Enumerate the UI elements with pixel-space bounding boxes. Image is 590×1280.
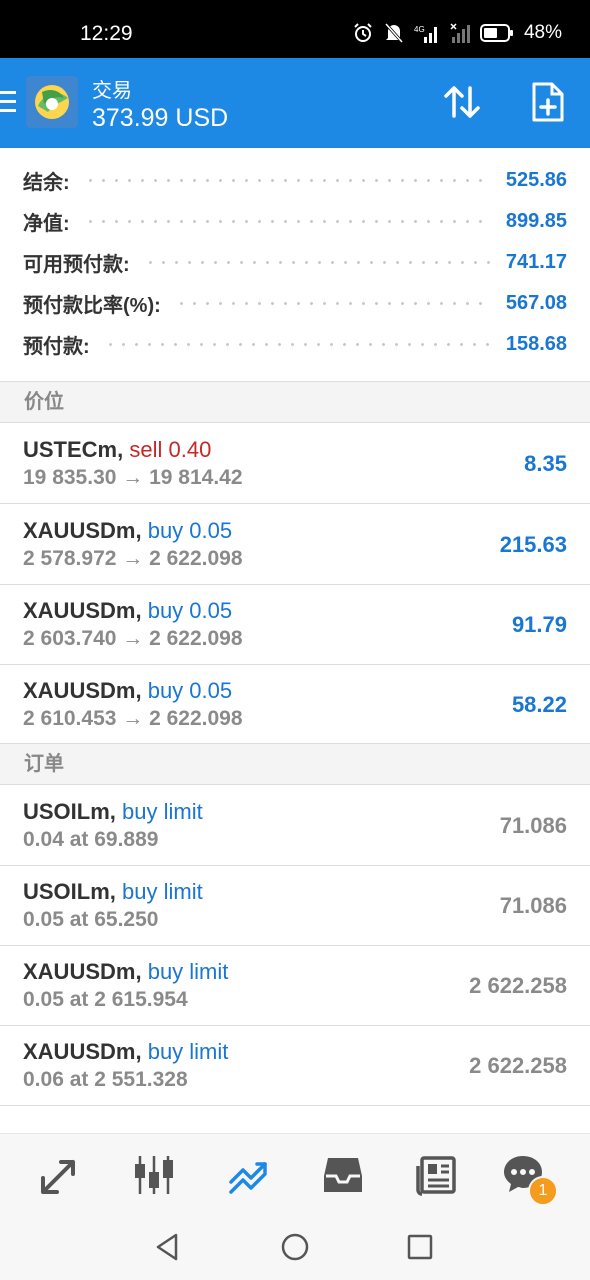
position-symbol: XAUUSDm, — [23, 598, 142, 623]
summary-value: 158.68 — [505, 333, 567, 355]
summary-row-margin: 预付款: 158.68 — [0, 324, 590, 365]
summary-value: 567.08 — [505, 292, 567, 314]
summary-row-equity: 净值: 899.85 — [0, 201, 590, 242]
back-icon[interactable] — [152, 1231, 184, 1263]
position-side: buy 0.05 — [147, 598, 233, 623]
orders-header: 订单 — [0, 743, 590, 785]
position-profit: 58.22 — [511, 692, 567, 717]
svg-text:4G: 4G — [414, 25, 425, 34]
chat-icon[interactable]: 1 — [500, 1152, 558, 1206]
quotes-icon[interactable] — [37, 1152, 83, 1198]
order-symbol: USOILm, — [23, 799, 116, 824]
signal-2-icon — [450, 23, 470, 43]
summary-value: 899.85 — [505, 210, 567, 232]
alarm-icon — [354, 23, 372, 42]
order-row[interactable]: USOILm, buy limit 0.04 at 69.889 71.086 — [0, 785, 590, 866]
summary-label: 结余: — [23, 172, 70, 194]
position-profit: 215.63 — [499, 532, 567, 557]
new-order-icon[interactable] — [526, 80, 570, 124]
summary-value: 741.17 — [505, 251, 567, 273]
home-icon[interactable] — [279, 1231, 311, 1263]
chat-badge: 1 — [528, 1176, 558, 1206]
position-side: buy 0.05 — [147, 518, 233, 543]
order-current-price: 2 622.258 — [469, 1053, 567, 1078]
position-prices: 2 578.972 → 2 622.098 — [23, 547, 243, 570]
summary-label: 预付款比率(%): — [23, 295, 161, 317]
order-type: buy limit — [147, 1039, 229, 1064]
position-prices: 19 835.30 → 19 814.42 — [23, 466, 243, 489]
summary-label: 预付款: — [23, 336, 90, 358]
mute-icon — [384, 23, 404, 43]
sort-icon[interactable] — [440, 80, 484, 124]
bottom-nav: 1 — [0, 1133, 590, 1214]
order-row[interactable]: XAUUSDm, buy limit 0.06 at 2 551.328 2 6… — [0, 1025, 590, 1106]
order-type: buy limit — [147, 959, 229, 984]
order-detail: 0.05 at 65.250 — [23, 908, 159, 931]
order-type: buy limit — [122, 799, 203, 824]
order-symbol: XAUUSDm, — [23, 1039, 142, 1064]
status-time: 12:29 — [80, 22, 133, 45]
dot-leader — [174, 302, 492, 305]
summary-row-free-margin: 可用预付款: 741.17 — [0, 242, 590, 283]
dot-leader — [83, 220, 492, 223]
order-detail: 0.05 at 2 615.954 — [23, 988, 188, 1011]
order-row[interactable]: XAUUSDm, buy limit 0.05 at 2 615.954 2 6… — [0, 945, 590, 1026]
app-logo — [26, 76, 78, 128]
order-symbol: XAUUSDm, — [23, 959, 142, 984]
order-row[interactable]: USOILm, buy limit 0.05 at 65.250 71.086 — [0, 865, 590, 946]
order-type: buy limit — [122, 879, 203, 904]
position-profit: 91.79 — [511, 612, 567, 637]
summary-row-margin-level: 预付款比率(%): 567.08 — [0, 283, 590, 324]
position-prices: 2 603.740 → 2 622.098 — [23, 627, 243, 650]
summary-label: 可用预付款: — [23, 254, 130, 276]
order-detail: 0.06 at 2 551.328 — [23, 1068, 188, 1091]
recents-icon[interactable] — [404, 1231, 436, 1263]
position-prices: 2 610.453 → 2 622.098 — [23, 707, 243, 730]
position-row[interactable]: XAUUSDm, buy 0.05 2 578.972 → 2 622.098 … — [0, 504, 590, 585]
position-symbol: XAUUSDm, — [23, 678, 142, 703]
summary-label: 净值: — [23, 213, 70, 235]
dot-leader — [103, 343, 492, 346]
battery-level: 48% — [523, 22, 562, 43]
menu-icon[interactable] — [0, 91, 16, 118]
order-current-price: 71.086 — [499, 813, 567, 838]
battery-icon — [479, 24, 513, 42]
status-bar: 12:29 4G 48% — [0, 0, 590, 58]
positions-header: 价位 — [0, 381, 590, 423]
account-balance: 373.99 USD — [92, 104, 229, 132]
chart-icon[interactable] — [131, 1152, 177, 1198]
page-title: 交易 — [92, 80, 132, 102]
order-current-price: 71.086 — [499, 893, 567, 918]
position-row[interactable]: USTECm, sell 0.40 19 835.30 → 19 814.42 … — [0, 423, 590, 504]
position-side: buy 0.05 — [147, 678, 233, 703]
position-side: sell 0.40 — [129, 437, 212, 462]
position-symbol: XAUUSDm, — [23, 518, 142, 543]
summary-row-balance: 结余: 525.86 — [0, 160, 590, 201]
order-symbol: USOILm, — [23, 879, 116, 904]
app-bar: 交易 373.99 USD — [0, 58, 590, 148]
status-icons: 4G 48% — [352, 22, 562, 44]
order-current-price: 2 622.258 — [469, 973, 567, 998]
signal-icon: 4G — [414, 25, 437, 43]
system-nav — [0, 1213, 590, 1280]
trade-icon[interactable] — [225, 1152, 271, 1198]
position-symbol: USTECm, — [23, 437, 124, 462]
position-row[interactable]: XAUUSDm, buy 0.05 2 603.740 → 2 622.098 … — [0, 584, 590, 665]
dot-leader — [83, 179, 492, 182]
position-row[interactable]: XAUUSDm, buy 0.05 2 610.453 → 2 622.098 … — [0, 664, 590, 745]
news-icon[interactable] — [414, 1152, 460, 1198]
position-profit: 8.35 — [524, 451, 567, 476]
dot-leader — [143, 261, 492, 264]
account-summary: 结余: 525.86 净值: 899.85 可用预付款: 741.17 预付款比… — [0, 160, 590, 365]
order-detail: 0.04 at 69.889 — [23, 828, 159, 851]
summary-value: 525.86 — [505, 169, 567, 191]
history-icon[interactable] — [320, 1152, 366, 1198]
